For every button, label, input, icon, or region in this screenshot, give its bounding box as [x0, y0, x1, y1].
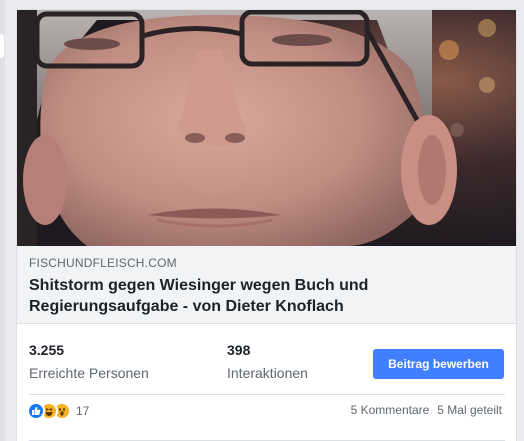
reaction-count: 17	[76, 404, 90, 418]
reach-label: Erreichte Personen	[29, 365, 149, 381]
engagement-stat: 398 Interaktionen	[227, 340, 308, 383]
link-preview-box[interactable]: FISCHUNDFLEISCH.COM Shitstorm gegen Wies…	[17, 246, 516, 324]
post-insights-card: FISCHUNDFLEISCH.COM Shitstorm gegen Wies…	[16, 9, 517, 441]
engagement-label: Interaktionen	[227, 365, 308, 381]
engagement-links: 5 Kommentare 5 Mal geteilt	[351, 403, 502, 417]
link-title[interactable]: Shitstorm gegen Wiesinger wegen Buch und…	[29, 275, 499, 317]
portrait-photo	[17, 10, 516, 246]
link-domain: FISCHUNDFLEISCH.COM	[29, 256, 177, 270]
engagement-value: 398	[227, 342, 251, 358]
left-panel-tab[interactable]	[0, 34, 4, 58]
link-preview-image[interactable]	[17, 10, 516, 246]
boost-post-button[interactable]: Beitrag bewerben	[373, 349, 504, 379]
page-left-edge	[0, 0, 5, 441]
reach-value: 3.255	[29, 342, 65, 358]
like-icon	[27, 402, 45, 420]
post-footer: 17 5 Kommentare 5 Mal geteilt	[17, 398, 516, 426]
reach-stat: 3.255 Erreichte Personen	[29, 340, 149, 383]
reactions-summary[interactable]: 17	[27, 402, 89, 420]
divider	[29, 394, 505, 395]
shares-link[interactable]: 5 Mal geteilt	[437, 403, 502, 417]
comments-link[interactable]: 5 Kommentare	[351, 403, 430, 417]
